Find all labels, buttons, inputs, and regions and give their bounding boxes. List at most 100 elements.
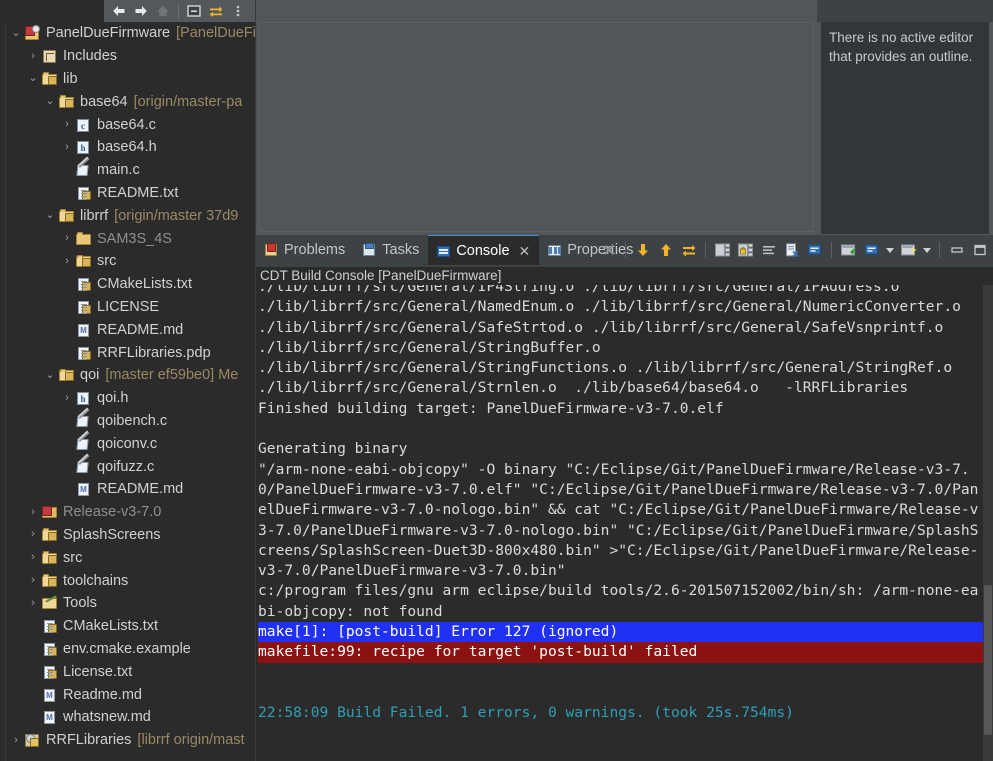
collapsed-twisty-icon[interactable]: › — [25, 575, 41, 586]
tree-item[interactable]: qoifuzz.c — [0, 455, 256, 478]
remove-console-button[interactable] — [780, 238, 803, 262]
collapsed-twisty-icon[interactable]: › — [59, 255, 75, 267]
tree-item[interactable]: › h qoi.h — [0, 387, 256, 410]
expanded-twisty-icon[interactable]: ⌄ — [42, 96, 58, 107]
terminate-button[interactable] — [597, 238, 620, 262]
console-scroll-thumb[interactable] — [984, 585, 992, 735]
tab-console[interactable]: Console ✕ — [428, 235, 540, 265]
tree-item[interactable]: › SplashScreens — [0, 524, 256, 547]
tree-item[interactable]: RRFLibraries.pdp — [0, 341, 256, 364]
tab-tasks[interactable]: Tasks — [354, 235, 428, 265]
tree-item[interactable]: qoibench.c — [0, 410, 256, 433]
tree-item[interactable]: M README.md — [0, 478, 256, 501]
tree-item-label: Tools — [63, 595, 97, 612]
tree-item-label: qoibench.c — [97, 412, 168, 429]
tree-item[interactable]: ⌄ lib — [0, 68, 256, 91]
back-button[interactable] — [108, 1, 130, 21]
remove-all-consoles-button[interactable] — [803, 238, 826, 262]
display-console-button[interactable] — [860, 238, 883, 262]
tree-item-label: SplashScreens — [63, 526, 161, 543]
expanded-twisty-icon[interactable]: ⌄ — [42, 369, 58, 381]
markdown-file-icon: M — [75, 322, 93, 338]
tree-item[interactable]: CMakeLists.txt — [0, 615, 256, 638]
new-console-button[interactable] — [897, 238, 920, 262]
view-menu-button[interactable] — [227, 1, 249, 21]
tree-item[interactable]: ⌄ librrf [origin/master 37d9 — [0, 204, 256, 227]
tree-item-label: RRFLibraries.pdp — [97, 344, 211, 361]
tree-item[interactable]: ⌄ base64 [origin/master-pa — [0, 90, 256, 113]
collapsed-twisty-icon[interactable]: › — [25, 552, 41, 563]
minimize-button[interactable] — [945, 238, 968, 262]
collapsed-twisty-icon[interactable]: › — [59, 141, 75, 153]
right-arrow-icon — [135, 6, 147, 16]
up-arrow-icon — [660, 244, 671, 256]
tree-item[interactable]: ⌄ PanelDueFirmware [PanelDueFi — [0, 22, 256, 45]
project-tree[interactable]: ⌄ PanelDueFirmware [PanelDueFi › Includes ⌄ li… — [0, 22, 256, 761]
tree-item[interactable]: › toolchains — [0, 569, 256, 592]
home-button[interactable] — [152, 1, 174, 21]
collapsed-twisty-icon[interactable]: › — [25, 506, 41, 518]
collapsed-twisty-icon[interactable]: › — [8, 734, 24, 746]
clear-console-button[interactable] — [711, 238, 734, 262]
tab-problems[interactable]: Problems — [256, 235, 354, 265]
collapsed-twisty-icon[interactable]: › — [59, 233, 75, 244]
tree-item[interactable]: main.c — [0, 159, 256, 182]
open-console-button[interactable] — [837, 238, 860, 262]
tree-item[interactable]: › h base64.h — [0, 136, 256, 159]
tree-item[interactable]: › SAM3S_4S — [0, 227, 256, 250]
tree-item[interactable]: env.cmake.example — [0, 638, 256, 661]
markdown-file-icon: M — [41, 709, 59, 725]
collapsed-twisty-icon[interactable]: › — [25, 50, 41, 62]
scroll-up-button[interactable] — [654, 238, 677, 262]
scroll-lock-button[interactable] — [734, 238, 757, 262]
maximize-button[interactable] — [968, 238, 991, 262]
collapsed-twisty-icon[interactable]: › — [25, 597, 41, 609]
expanded-twisty-icon[interactable]: ⌄ — [42, 210, 58, 221]
tree-item[interactable]: › RRFLibraries [librrf origin/mast — [0, 729, 256, 752]
collapsed-twisty-icon[interactable]: › — [25, 529, 41, 540]
tree-item[interactable]: › c base64.c — [0, 113, 256, 136]
tree-item[interactable]: ⌄ qoi [master ef59be0] Me — [0, 364, 256, 387]
collapsed-twisty-icon[interactable]: › — [59, 392, 75, 404]
outline-tabstrip — [817, 0, 993, 22]
folder-icon — [58, 367, 76, 383]
toggle-wrap-button[interactable] — [677, 238, 700, 262]
tree-item[interactable]: qoiconv.c — [0, 432, 256, 455]
tree-item-label: README.md — [97, 481, 184, 498]
tree-item[interactable]: CMakeLists.txt — [0, 273, 256, 296]
collapse-all-button[interactable] — [183, 1, 205, 21]
tab-label: Problems — [284, 242, 346, 258]
collapsed-twisty-icon[interactable]: › — [59, 119, 75, 130]
terminate-x-icon — [603, 245, 614, 255]
tree-item[interactable]: LICENSE — [0, 296, 256, 319]
scroll-down-button[interactable] — [631, 238, 654, 262]
c-source-icon: c — [75, 117, 93, 133]
expanded-twisty-icon[interactable]: ⌄ — [25, 73, 41, 84]
tree-item[interactable]: › src — [0, 546, 256, 569]
tree-item[interactable]: › src — [0, 250, 256, 273]
console-line: ./lib/librrf/src/General/NamedEnum.o ./l… — [258, 298, 961, 316]
tree-item[interactable]: M Readme.md — [0, 683, 256, 706]
tree-item[interactable]: License.txt — [0, 660, 256, 683]
expanded-twisty-icon[interactable]: ⌄ — [8, 27, 24, 39]
tree-item[interactable]: README.txt — [0, 182, 256, 205]
tree-item[interactable]: › Release-v3-7.0 — [0, 501, 256, 524]
tree-item[interactable]: › Includes — [0, 45, 256, 68]
tree-item-label: whatsnew.md — [63, 709, 151, 726]
tree-item[interactable]: › Tools — [0, 592, 256, 615]
display-console-dropdown[interactable] — [883, 238, 897, 262]
close-icon[interactable]: ✕ — [519, 244, 531, 258]
console-icon — [436, 244, 451, 258]
console-output-area[interactable]: ./lib/librrf/src/General/IP4String.o ./l… — [256, 285, 993, 761]
console-line: make[1]: [post-build] Error 127 (ignored… — [258, 622, 983, 643]
word-wrap-button[interactable] — [757, 238, 780, 262]
editor-empty-region — [259, 22, 814, 232]
console-vertical-scrollbar[interactable] — [983, 285, 993, 761]
outline-view: There is no active editor that provides … — [817, 0, 993, 238]
link-with-editor-button[interactable] — [205, 1, 227, 21]
new-console-dropdown[interactable] — [920, 238, 934, 262]
tree-item[interactable]: M README.md — [0, 318, 256, 341]
tree-item[interactable]: Mwhatsnew.md — [0, 706, 256, 729]
forward-button[interactable] — [130, 1, 152, 21]
